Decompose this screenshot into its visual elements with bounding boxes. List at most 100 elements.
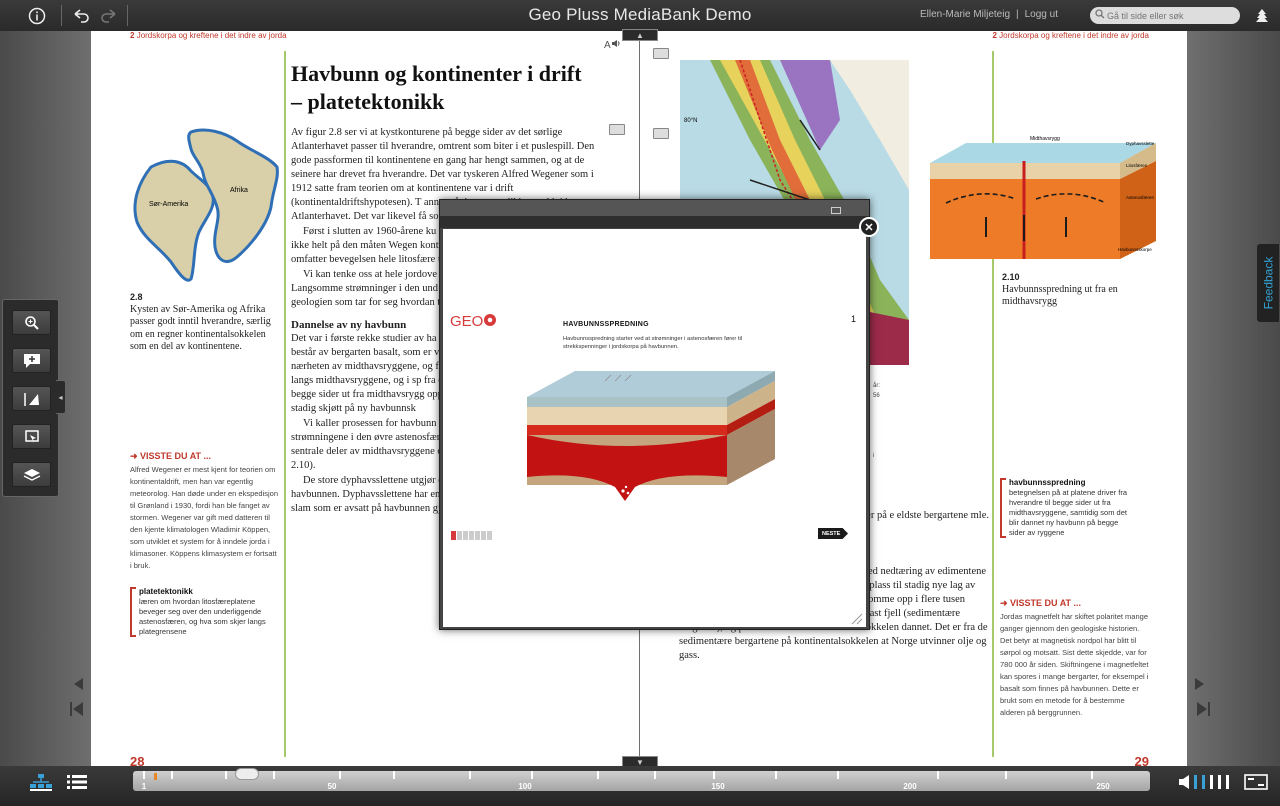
running-head-text: Jordskorpa og kreftene i det indre av jo… bbox=[136, 31, 287, 40]
running-head: 2 Jordskorpa og kreftene i det indre av … bbox=[130, 31, 287, 40]
layers-button[interactable] bbox=[12, 462, 51, 487]
map-label-af: Afrika bbox=[230, 187, 248, 194]
volume-level-bar[interactable] bbox=[1218, 775, 1221, 789]
feedback-tab[interactable]: Feedback bbox=[1257, 244, 1279, 322]
gloss-tick bbox=[1000, 536, 1006, 538]
gloss-tick bbox=[130, 635, 136, 637]
search-input[interactable] bbox=[1090, 7, 1240, 24]
progress-step[interactable] bbox=[481, 531, 486, 540]
timeline-tick bbox=[469, 771, 471, 779]
volume-level-bar[interactable] bbox=[1194, 775, 1197, 789]
highlight-button[interactable] bbox=[12, 386, 51, 411]
image-icon[interactable] bbox=[609, 124, 625, 135]
gloss-term: platetektonikk bbox=[139, 587, 193, 596]
volume-level-bar[interactable] bbox=[1202, 775, 1205, 789]
page-heading: Havbunn og kontinenter i drift – platete… bbox=[291, 61, 582, 114]
app-title: Geo Pluss MediaBank Demo bbox=[528, 5, 752, 24]
progress-step[interactable] bbox=[469, 531, 474, 540]
running-head-chapter: 2 bbox=[992, 31, 997, 40]
progress-step[interactable] bbox=[457, 531, 462, 540]
last-page-icon[interactable] bbox=[1194, 700, 1212, 718]
highlight-icon bbox=[23, 392, 39, 406]
legend-fragment: 56 bbox=[873, 393, 880, 399]
visste-heading: ➜ VISSTE DU AT ... bbox=[1000, 598, 1082, 608]
timeline-label: 150 bbox=[711, 782, 725, 791]
timeline-thumb[interactable] bbox=[235, 768, 259, 780]
timeline-label: 250 bbox=[1096, 782, 1110, 791]
figure-caption-text: Kysten av Sør-Amerika og Afrika passer g… bbox=[130, 303, 271, 353]
logout-link[interactable]: Logg ut bbox=[1025, 9, 1058, 20]
user-name[interactable]: Ellen-Marie Miljeteig bbox=[920, 9, 1010, 20]
gloss-tick bbox=[1000, 478, 1006, 480]
running-head-chapter: 2 bbox=[130, 31, 135, 40]
feedback-label: Feedback bbox=[1261, 256, 1276, 310]
resize-handle-icon[interactable] bbox=[849, 611, 863, 625]
timeline-tick bbox=[837, 771, 839, 779]
volume-icon[interactable] bbox=[1178, 774, 1192, 790]
progress-step[interactable] bbox=[475, 531, 480, 540]
screen-capture-icon bbox=[24, 429, 39, 443]
volume-level-bar[interactable] bbox=[1210, 775, 1213, 789]
progress-step[interactable] bbox=[451, 531, 456, 540]
image-icon[interactable] bbox=[653, 48, 669, 59]
map-latitude-label: 80°N bbox=[684, 118, 697, 124]
slide-description: Havbunnsspredning starter ved at strømni… bbox=[563, 336, 743, 350]
add-note-button[interactable] bbox=[12, 348, 51, 373]
volume-level-bar[interactable] bbox=[1226, 775, 1229, 789]
figure-number: 2.10 bbox=[1002, 272, 1020, 282]
modal-subbar bbox=[440, 216, 869, 228]
search-icon bbox=[1095, 9, 1105, 19]
page-handle-top[interactable]: ▲ bbox=[622, 29, 658, 41]
timeline-tick bbox=[713, 771, 715, 779]
timeline-label: 200 bbox=[903, 782, 917, 791]
screen-capture-button[interactable] bbox=[12, 424, 51, 449]
modal-titlebar[interactable] bbox=[440, 200, 869, 216]
diagram-label: Astenosfæren bbox=[1126, 195, 1155, 200]
prev-page-icon[interactable] bbox=[71, 676, 85, 692]
running-head: 2 Jordskorpa og kreftene i det indre av … bbox=[992, 31, 1149, 40]
spreading-animation bbox=[527, 371, 775, 501]
slide-number: 1 bbox=[851, 314, 857, 324]
timeline-tick bbox=[654, 771, 656, 779]
figure-caption-2-10: 2.10 Havbunnsspredning ut fra en midthav… bbox=[1002, 271, 1152, 309]
user-separator: | bbox=[1016, 9, 1019, 20]
image-icon[interactable] bbox=[653, 128, 669, 139]
collapse-toolpanel-button[interactable]: ◂ bbox=[56, 380, 66, 414]
visste-du-at-box: ➜ VISSTE DU AT ... Jordas magnetfelt har… bbox=[1000, 598, 1150, 719]
timeline-tick bbox=[597, 771, 599, 779]
timeline-marker bbox=[154, 773, 157, 780]
next-button[interactable]: NESTE bbox=[818, 528, 848, 539]
timeline-tick bbox=[1091, 771, 1093, 779]
top-bar: Geo Pluss MediaBank Demo Ellen-Marie Mil… bbox=[0, 0, 1280, 31]
modal-content: GEO 1 HAVBUNNSSPREDNING Havbunnssprednin… bbox=[443, 229, 866, 627]
geo-logo: GEO bbox=[450, 313, 497, 330]
layers-icon bbox=[23, 468, 40, 481]
audio-icon[interactable]: A bbox=[604, 39, 621, 51]
seafloor-spreading-diagram: Midthavsrygg Dyphavsslette Litosfæren As… bbox=[930, 136, 1156, 259]
page-number: 28 bbox=[130, 754, 145, 766]
first-page-icon[interactable] bbox=[68, 700, 86, 718]
media-modal: GEO 1 HAVBUNNSSPREDNING Havbunnssprednin… bbox=[439, 199, 879, 630]
figure-number: 2.8 bbox=[130, 292, 143, 302]
tree-icon[interactable] bbox=[1254, 8, 1270, 24]
user-area: Ellen-Marie Miljeteig | Logg ut bbox=[917, 9, 1061, 20]
progress-step[interactable] bbox=[487, 531, 492, 540]
timeline-tick bbox=[393, 771, 395, 779]
page-timeline[interactable]: 1 50 100 150 200 250 bbox=[133, 768, 1150, 791]
list-icon[interactable] bbox=[67, 774, 87, 790]
window-restore-icon[interactable] bbox=[831, 207, 841, 214]
next-page-icon[interactable] bbox=[1193, 676, 1207, 692]
gloss-term: havbunnsspredning bbox=[1009, 478, 1086, 487]
diagram-label: Dyphavsslette bbox=[1126, 141, 1155, 146]
map-label-sa: Sør-Amerika bbox=[149, 201, 188, 208]
close-button[interactable]: ✕ bbox=[859, 217, 879, 237]
progress-step[interactable] bbox=[463, 531, 468, 540]
toc-tree-icon[interactable] bbox=[30, 773, 52, 791]
zoom-button[interactable] bbox=[12, 310, 51, 335]
slide-title: HAVBUNNSSPREDNING bbox=[563, 321, 649, 328]
visste-text: Alfred Wegener er mest kjent for teorien… bbox=[130, 465, 279, 570]
diagram-label: Havbunnsskorpe bbox=[1118, 247, 1152, 252]
gloss-definition: læren om hvordan litosfæreplatene bevege… bbox=[139, 597, 266, 636]
fullscreen-icon[interactable] bbox=[1244, 774, 1268, 790]
glossary-box: havbunnsspredning betegnelsen på at plat… bbox=[1000, 478, 1135, 538]
